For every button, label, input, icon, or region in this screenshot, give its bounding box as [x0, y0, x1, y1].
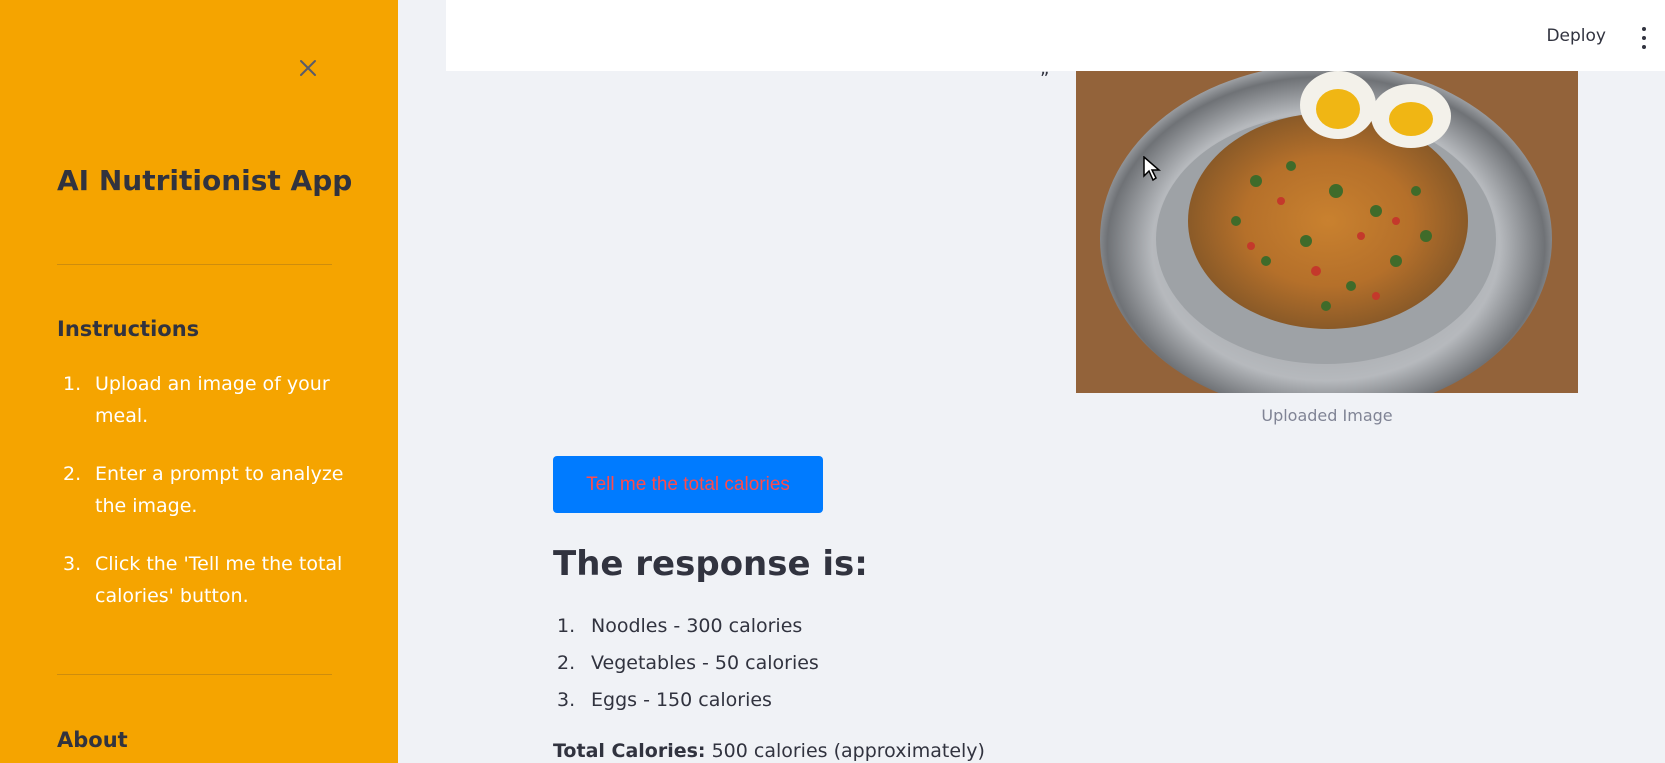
app-title: AI Nutritionist App [57, 164, 353, 197]
close-icon [300, 60, 316, 76]
list-item: 2. Vegetables - 50 calories [553, 649, 819, 677]
instructions-list: 1. Upload an image of your meal. 2. Ente… [57, 368, 347, 638]
list-item: 1. Noodles - 300 calories [553, 612, 819, 640]
response-list: 1. Noodles - 300 calories 2. Vegetables … [553, 612, 819, 723]
mouse-cursor-icon [1143, 156, 1161, 182]
total-label: Total Calories: [553, 740, 706, 762]
list-number: 1. [63, 373, 82, 395]
list-number: 2. [63, 463, 82, 485]
divider [57, 264, 332, 265]
list-item: 3. Eggs - 150 calories [553, 686, 819, 714]
list-text: Click the 'Tell me the total calories' b… [95, 553, 343, 607]
divider [57, 674, 332, 675]
list-item: 3. Click the 'Tell me the total calories… [57, 548, 347, 612]
instructions-heading: Instructions [57, 317, 200, 341]
top-header: Deploy [446, 0, 1665, 71]
deploy-button[interactable]: Deploy [1546, 26, 1606, 46]
sidebar: AI Nutritionist App Instructions 1. Uplo… [0, 0, 398, 763]
kebab-menu-icon[interactable] [1637, 27, 1651, 49]
list-text: Noodles - 300 calories [591, 615, 803, 637]
list-text: Upload an image of your meal. [95, 373, 330, 427]
image-caption: Uploaded Image [1261, 406, 1393, 425]
list-text: Enter a prompt to analyze the image. [95, 463, 344, 517]
list-number: 1. [557, 615, 576, 637]
list-number: 3. [557, 689, 576, 711]
about-heading: About [57, 728, 128, 752]
total-value: 500 calories (approximately) [705, 740, 985, 762]
total-calories-button[interactable]: Tell me the total calories [553, 456, 823, 513]
list-item: 2. Enter a prompt to analyze the image. [57, 458, 347, 522]
list-number: 2. [557, 652, 576, 674]
list-item: 1. Upload an image of your meal. [57, 368, 347, 432]
quote-glyph: „ [1040, 58, 1050, 79]
list-number: 3. [63, 553, 82, 575]
response-heading: The response is: [553, 544, 868, 584]
list-text: Vegetables - 50 calories [591, 652, 819, 674]
total-calories-line: Total Calories: 500 calories (approximat… [553, 740, 985, 762]
uploaded-meal-image [1076, 71, 1578, 393]
close-sidebar-button[interactable] [292, 52, 324, 84]
list-text: Eggs - 150 calories [591, 689, 772, 711]
